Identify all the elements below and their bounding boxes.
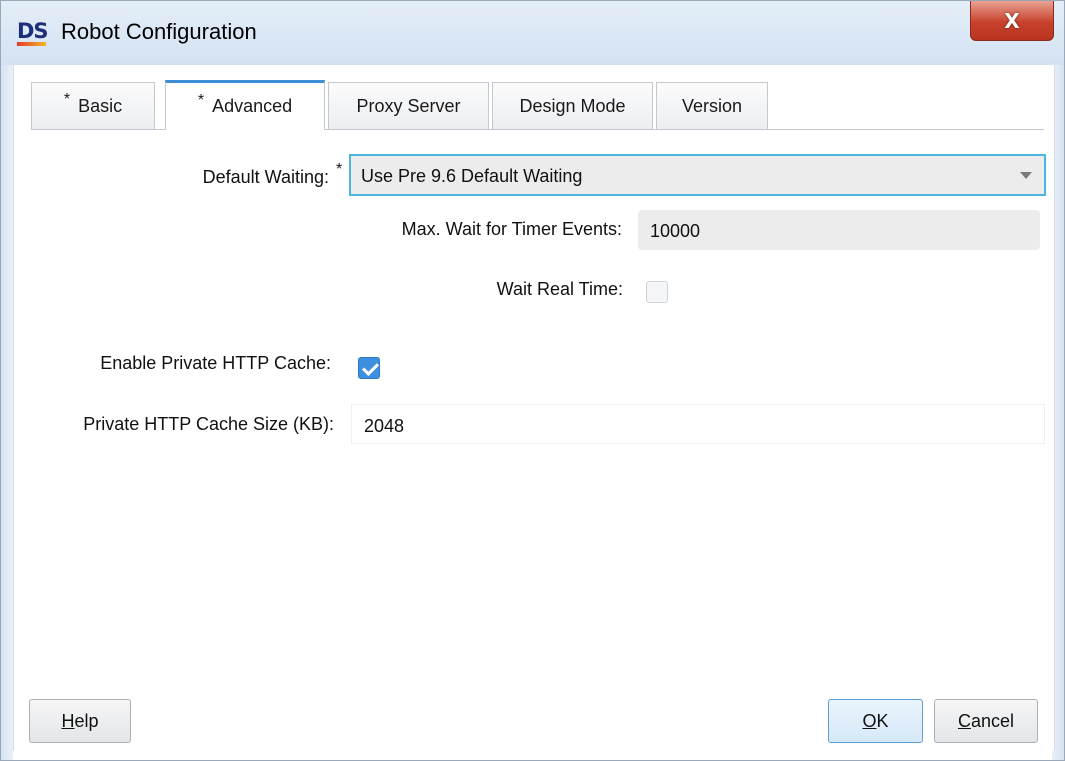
modified-marker-icon: *	[63, 91, 71, 108]
cache-size-value: 2048	[364, 416, 405, 436]
wait-real-time-checkbox[interactable]	[646, 281, 668, 303]
help-button[interactable]: Help	[29, 699, 131, 743]
title-bar[interactable]: DS Robot Configuration X	[1, 1, 1064, 66]
tab-label: Basic	[78, 95, 123, 116]
max-wait-label: Max. Wait for Timer Events:	[401, 219, 622, 239]
help-mnemonic: H	[61, 710, 75, 731]
default-waiting-dropdown[interactable]: Use Pre 9.6 Default Waiting	[349, 154, 1046, 196]
tab-label: Version	[681, 95, 743, 116]
tab-label: Advanced	[212, 96, 293, 116]
ok-mnemonic: O	[862, 710, 877, 731]
tab-design-mode[interactable]: Design Mode	[492, 82, 653, 129]
help-label: elp	[74, 710, 99, 731]
wait-real-time-label: Wait Real Time:	[496, 279, 623, 299]
enable-cache-checkbox[interactable]	[358, 357, 380, 379]
max-wait-value: 10000	[650, 221, 701, 241]
chevron-down-icon	[1020, 172, 1032, 179]
tab-basic[interactable]: * Basic	[31, 82, 155, 129]
ok-label: K	[876, 710, 889, 731]
cancel-mnemonic: C	[957, 710, 971, 731]
close-icon: X	[1004, 8, 1020, 33]
cancel-label: ancel	[970, 710, 1015, 731]
tab-proxy-server[interactable]: Proxy Server	[328, 82, 489, 129]
tab-label: Design Mode	[519, 95, 626, 116]
robot-configuration-dialog: DS Robot Configuration X * Basic * Advan…	[0, 0, 1065, 761]
max-wait-field: 10000	[638, 210, 1040, 250]
window-frame-left	[1, 65, 13, 760]
default-waiting-label: Default Waiting:	[202, 167, 329, 187]
tab-version[interactable]: Version	[656, 82, 768, 129]
close-button[interactable]: X	[970, 1, 1054, 41]
enable-cache-label: Enable Private HTTP Cache:	[100, 353, 331, 373]
tab-advanced[interactable]: * Advanced	[165, 80, 325, 130]
ok-button[interactable]: OK	[828, 699, 923, 743]
ds-logo-icon: DS	[17, 19, 49, 46]
tab-label: Proxy Server	[356, 95, 461, 116]
cache-size-label: Private HTTP Cache Size (KB):	[83, 414, 334, 434]
window-title: Robot Configuration	[61, 19, 257, 44]
cancel-button[interactable]: Cancel	[934, 699, 1038, 743]
default-waiting-value: Use Pre 9.6 Default Waiting	[361, 166, 583, 186]
modified-marker-icon: *	[197, 91, 205, 109]
cache-size-input[interactable]: 2048	[351, 404, 1045, 444]
required-marker-icon: *	[336, 161, 343, 178]
